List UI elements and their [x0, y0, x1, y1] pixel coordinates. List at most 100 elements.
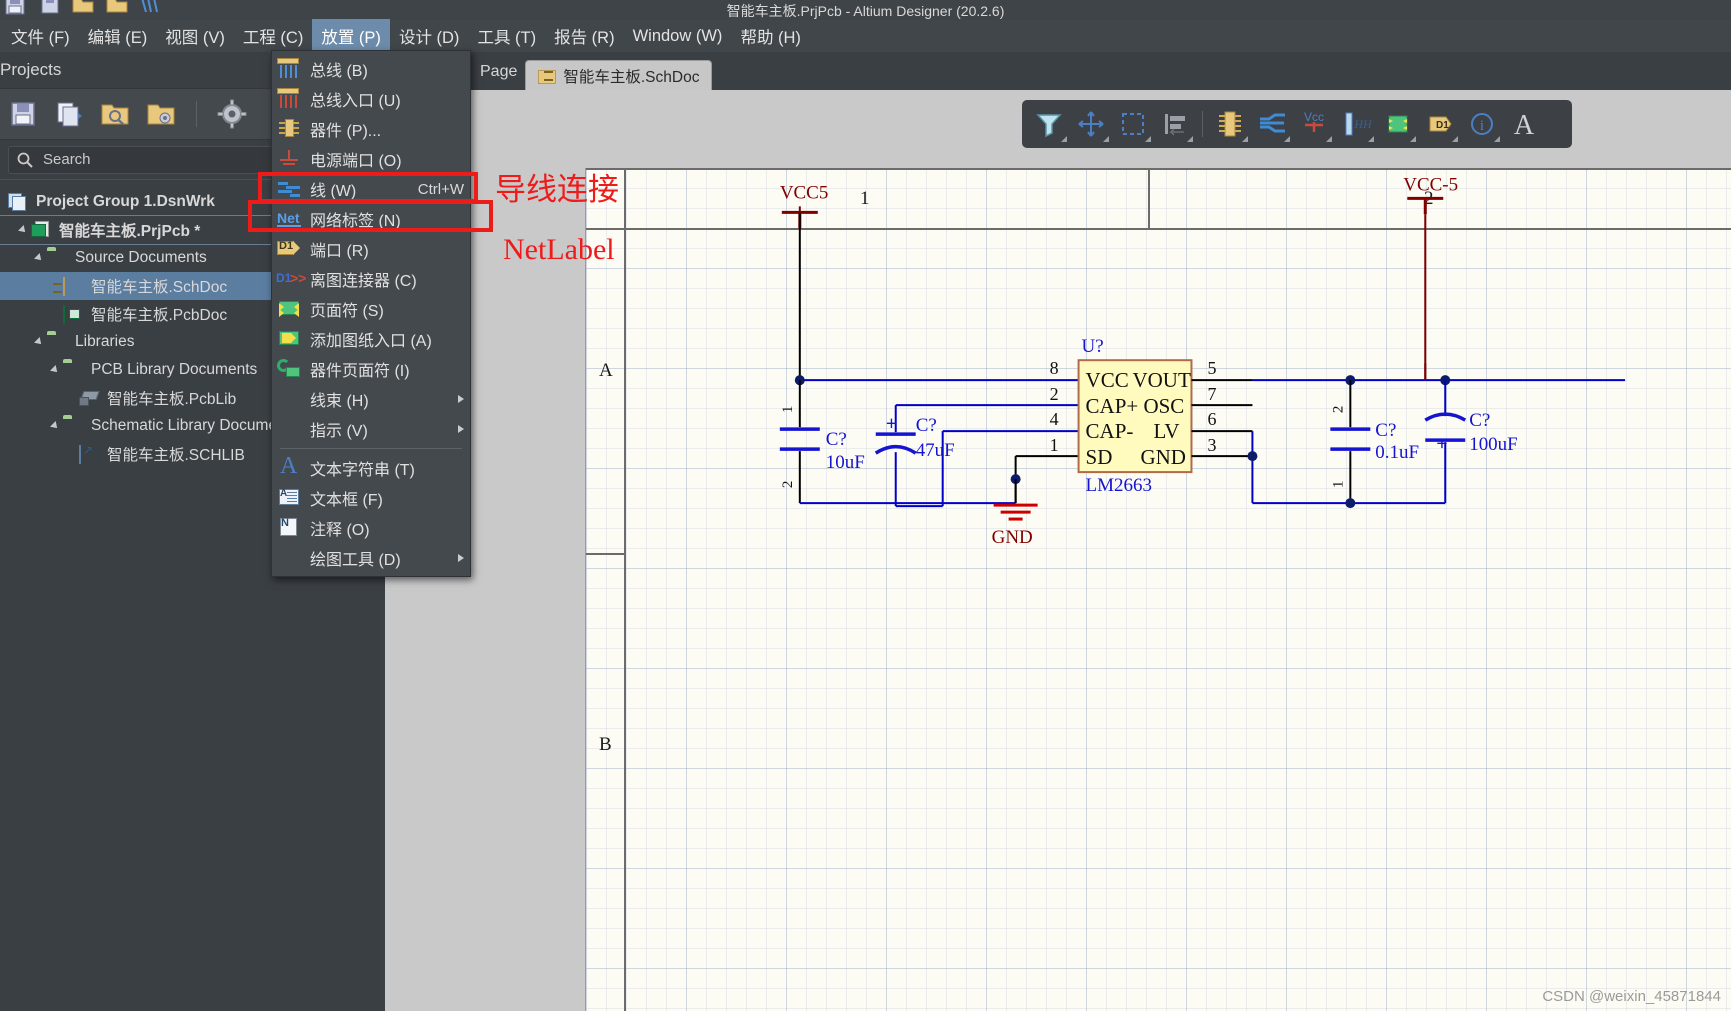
menu-item-directives[interactable]: 指示 (V): [272, 414, 470, 444]
place-no-erc-icon[interactable]: i: [1463, 105, 1501, 143]
menu-tools[interactable]: 工具 (T): [468, 19, 545, 53]
schlib-icon: [79, 445, 101, 463]
place-text-icon[interactable]: A: [1505, 105, 1543, 143]
svg-text:7: 7: [1207, 384, 1216, 404]
menu-item-drawing-tools[interactable]: 绘图工具 (D): [272, 543, 470, 573]
menu-item-sheet-symbol[interactable]: 页面符 (S): [272, 294, 470, 324]
menu-help[interactable]: 帮助 (H): [731, 19, 810, 53]
menu-item-label: 文本框 (F): [310, 486, 470, 510]
menu-item-label: 离图连接器 (C): [310, 267, 470, 291]
text-frame-icon: A: [276, 487, 306, 509]
tree-label: 智能车主板.PrjPcb *: [59, 219, 200, 241]
tree-label: Project Group 1.DsnWrk: [36, 193, 215, 211]
menu-view[interactable]: 视图 (V): [156, 19, 234, 53]
menu-item-label: 绘图工具 (D): [310, 546, 458, 570]
svg-text:3: 3: [1207, 435, 1216, 455]
tab-page-label[interactable]: Page: [480, 63, 525, 90]
place-part-icon[interactable]: HH: [1337, 105, 1375, 143]
svg-text:4: 4: [1050, 409, 1059, 429]
place-power-port-icon[interactable]: Vcc: [1295, 105, 1333, 143]
folder-icon: [47, 333, 69, 351]
chevron-right-icon: [458, 554, 464, 562]
note-icon: N: [276, 517, 306, 539]
chevron-expanded-icon[interactable]: [50, 365, 60, 375]
tree-label: Schematic Library Documents: [91, 417, 298, 435]
drawing-tools-icon: [276, 547, 306, 569]
svg-text:GND: GND: [1141, 445, 1186, 469]
menu-item-device-sheet-symbol[interactable]: 器件页面符 (I): [272, 354, 470, 384]
menu-window[interactable]: Window (W): [624, 22, 732, 51]
text-string-icon: A: [276, 457, 306, 479]
svg-text:0.1uF: 0.1uF: [1375, 442, 1419, 463]
menu-item-text-string[interactable]: A 文本字符串 (T): [272, 453, 470, 483]
menu-place[interactable]: 放置 (P): [312, 19, 390, 53]
tree-label: Source Documents: [75, 249, 207, 267]
place-dropdown-menu[interactable]: 总线 (B) 总线入口 (U) 器件 (P)...: [271, 50, 471, 577]
menu-item-power-port[interactable]: 电源端口 (O): [272, 144, 470, 174]
select-rectangle-icon[interactable]: [1114, 105, 1152, 143]
filter-icon[interactable]: [1030, 105, 1068, 143]
svg-text:Vcc: Vcc: [1304, 110, 1324, 124]
circuit-schematic[interactable]: VCC5 1 2 C? 10uF: [586, 168, 1731, 1011]
menu-item-label: 端口 (R): [310, 237, 470, 261]
menu-item-off-sheet-connector[interactable]: D1>> 离图连接器 (C): [272, 264, 470, 294]
chevron-expanded-icon[interactable]: [18, 225, 28, 235]
move-cross-icon[interactable]: [1072, 105, 1110, 143]
menu-item-component[interactable]: 器件 (P)...: [272, 114, 470, 144]
align-icon[interactable]: [1156, 105, 1194, 143]
menu-item-port[interactable]: D1 端口 (R): [272, 234, 470, 264]
svg-text:47uF: 47uF: [916, 440, 955, 461]
svg-text:VOUT: VOUT: [1133, 368, 1191, 392]
svg-text:U?: U?: [1082, 336, 1104, 357]
sheet-entry-icon: [276, 328, 306, 350]
chevron-expanded-icon[interactable]: [50, 421, 60, 431]
menu-item-label: 电源端口 (O): [310, 147, 470, 171]
svg-text:GND: GND: [992, 527, 1033, 548]
menu-item-add-sheet-entry[interactable]: 添加图纸入口 (A): [272, 324, 470, 354]
svg-text:CAP+: CAP+: [1086, 394, 1139, 418]
tab-label: 智能车主板.SchDoc: [563, 65, 699, 87]
menu-edit[interactable]: 编辑 (E): [79, 19, 157, 53]
ic-lm2663: U? VCC VOUT CAP+ OSC CAP- LV SD GND LM26…: [1050, 336, 1253, 496]
chevron-expanded-icon[interactable]: [34, 253, 44, 263]
menu-item-harness[interactable]: 线束 (H): [272, 384, 470, 414]
svg-text:2: 2: [1050, 384, 1059, 404]
menu-item-label: 文本字符串 (T): [310, 456, 470, 480]
menu-design[interactable]: 设计 (D): [390, 19, 469, 53]
toolbar-divider: [1202, 111, 1203, 137]
chevron-expanded-icon[interactable]: [34, 337, 44, 347]
menu-project[interactable]: 工程 (C): [234, 19, 313, 53]
copy-icon[interactable]: [54, 99, 84, 129]
save-icon[interactable]: [8, 99, 38, 129]
menu-item-bus-entry[interactable]: 总线入口 (U): [272, 84, 470, 114]
place-port-icon[interactable]: D1: [1421, 105, 1459, 143]
port-icon: D1: [276, 238, 306, 260]
menu-item-bus[interactable]: 总线 (B): [272, 54, 470, 84]
folder-icon: [63, 361, 85, 379]
menu-file[interactable]: 文件 (F): [2, 19, 79, 53]
component-icon: [276, 118, 306, 140]
menu-item-label: 器件页面符 (I): [310, 357, 470, 381]
menu-item-text-frame[interactable]: A 文本框 (F): [272, 483, 470, 513]
schematic-sheet[interactable]: 1 2 A B VCC5: [585, 168, 1731, 1011]
place-wire-icon[interactable]: [1253, 105, 1291, 143]
harness-icon: [276, 388, 306, 410]
open-folder-search-icon[interactable]: [100, 99, 130, 129]
tree-label: 智能车主板.SCHLIB: [107, 443, 245, 465]
menu-item-note[interactable]: N 注释 (O): [272, 513, 470, 543]
folder-settings-icon[interactable]: [146, 99, 176, 129]
place-component-icon[interactable]: [1211, 105, 1249, 143]
tab-schdoc[interactable]: 智能车主板.SchDoc: [525, 60, 712, 90]
svg-text:OSC: OSC: [1144, 394, 1185, 418]
sheet-symbol-icon: [276, 298, 306, 320]
pcbdoc-icon: [63, 305, 85, 323]
svg-text:5: 5: [1207, 358, 1216, 378]
menu-reports[interactable]: 报告 (R): [545, 19, 624, 53]
annotation-box-wire: [258, 172, 478, 203]
tree-label: 智能车主板.SchDoc: [91, 275, 227, 297]
place-sheet-symbol-icon[interactable]: [1379, 105, 1417, 143]
tree-label: Libraries: [75, 333, 134, 351]
menu-item-label: 线束 (H): [310, 387, 458, 411]
gear-icon[interactable]: [217, 99, 247, 129]
svg-text:10uF: 10uF: [826, 452, 865, 473]
